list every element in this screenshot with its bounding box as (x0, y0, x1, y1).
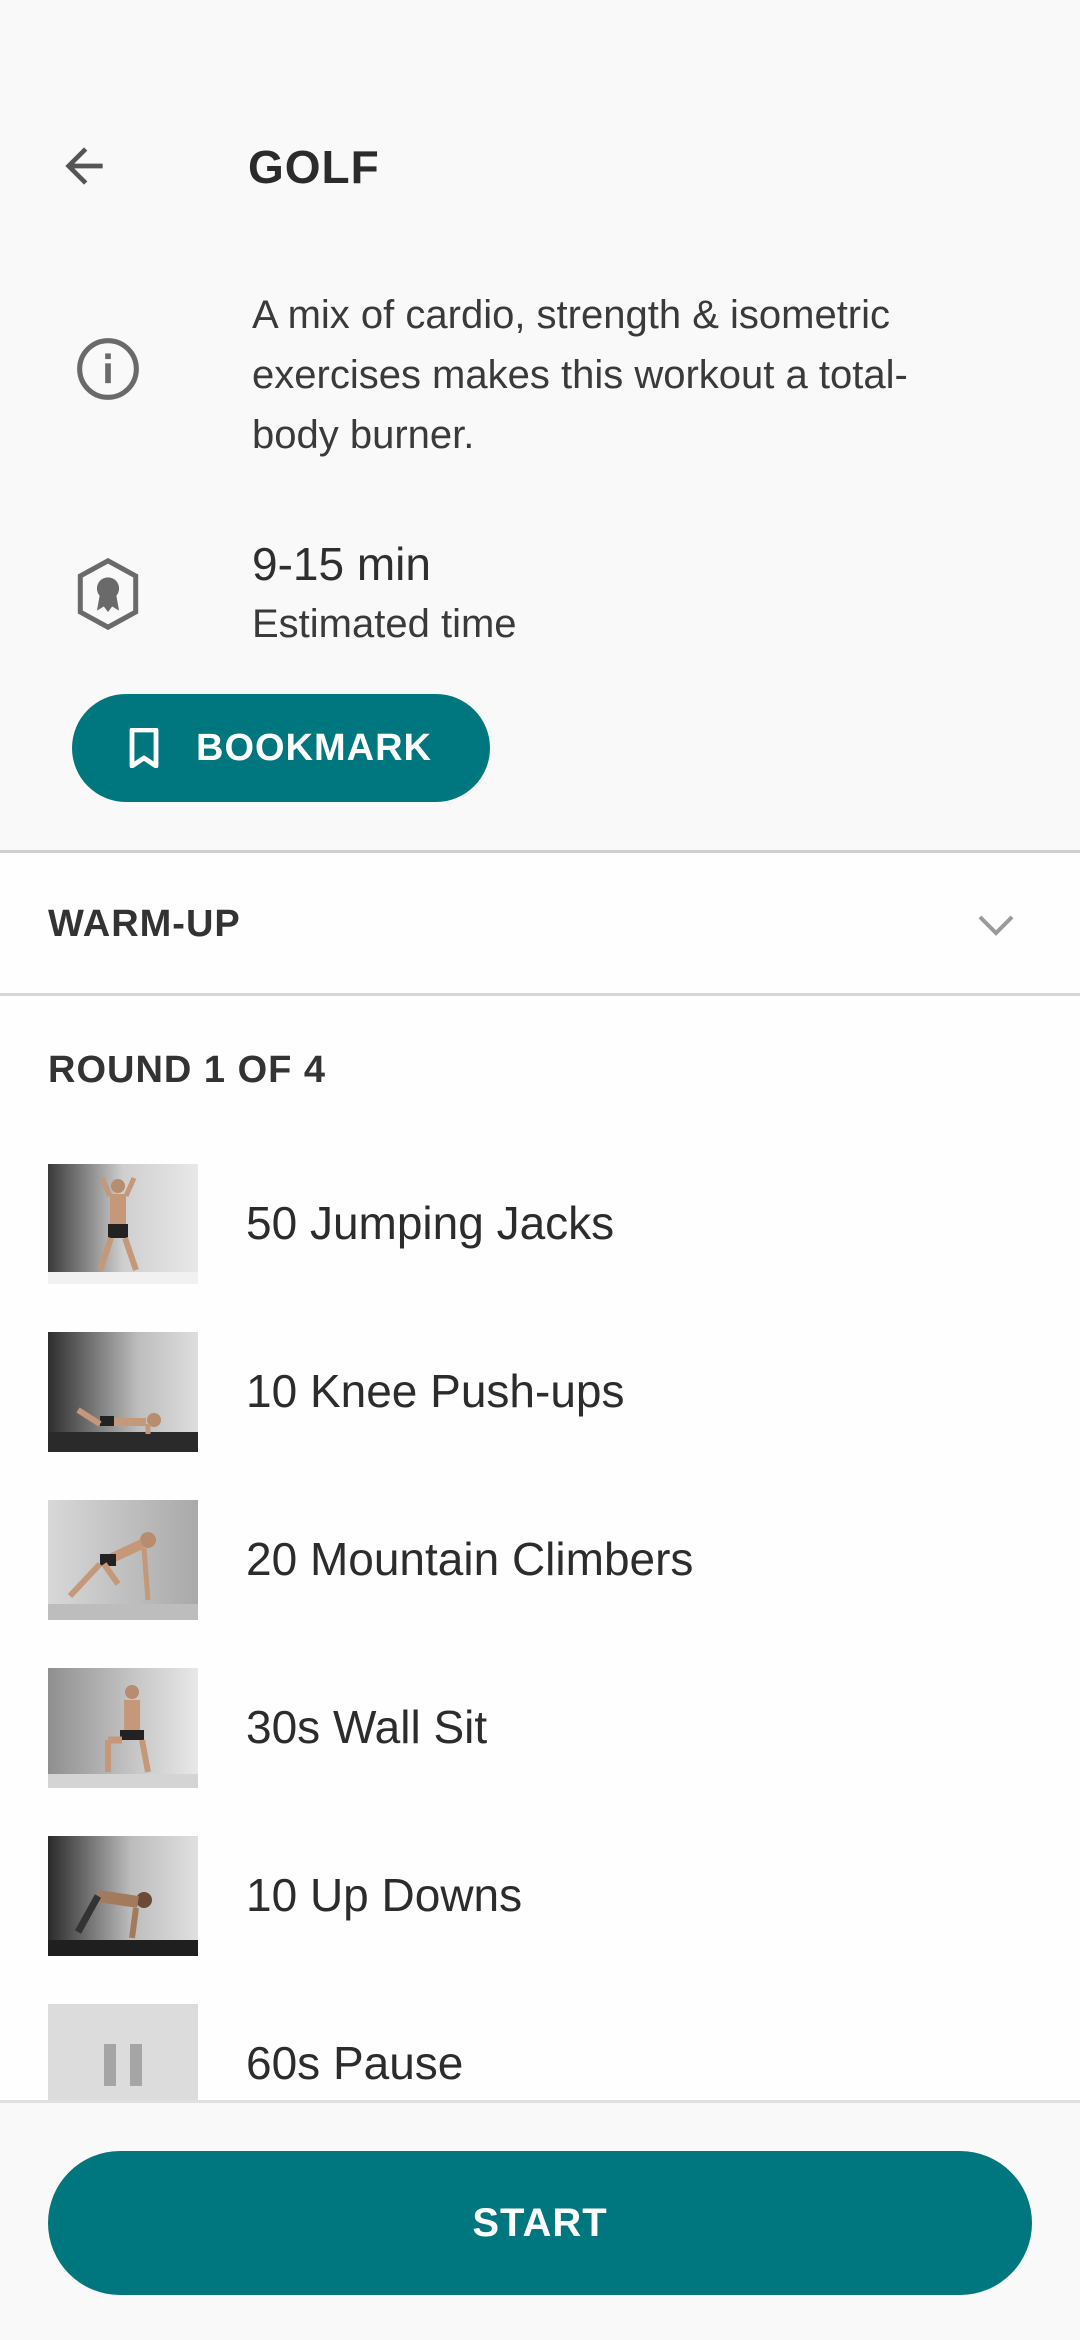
bookmark-label: BOOKMARK (196, 726, 432, 769)
back-button[interactable] (48, 130, 120, 202)
exercise-row[interactable]: 20 Mountain Climbers (0, 1500, 1080, 1620)
exercise-name: 30s Wall Sit (246, 1701, 488, 1753)
bottom-action-bar: START (0, 2100, 1080, 2340)
exercise-thumbnail (48, 1836, 198, 1956)
exercise-row[interactable]: 10 Up Downs (0, 1836, 1080, 1956)
arrow-left-icon (65, 147, 103, 185)
pause-icon (104, 2044, 142, 2086)
exercise-name: 20 Mountain Climbers (246, 1533, 694, 1585)
chevron-down-icon (978, 915, 1014, 936)
exercise-name: 10 Up Downs (246, 1869, 523, 1921)
exercise-row[interactable]: 10 Knee Push-ups (0, 1332, 1080, 1452)
info-icon (77, 338, 139, 400)
exercise-name: 10 Knee Push-ups (246, 1365, 625, 1417)
exercise-thumbnail (48, 1332, 198, 1452)
page-title: GOLF (248, 141, 380, 193)
workout-detail-screen: GOLF A mix of cardio, strength & isometr… (0, 0, 1080, 2340)
exercise-list: WARM-UP ROUND 1 OF 4 50 Jumping Jacks 10… (0, 850, 1080, 2100)
start-button[interactable]: START (48, 2151, 1032, 2295)
exercise-name: 50 Jumping Jacks (246, 1197, 615, 1249)
warmup-section-toggle[interactable]: WARM-UP (0, 853, 1080, 996)
estimated-time-label: Estimated time (252, 602, 517, 646)
exercise-thumbnail (48, 1500, 198, 1620)
bookmark-icon (129, 728, 159, 768)
workout-description: A mix of cardio, strength & isometric ex… (252, 293, 908, 457)
round-label: ROUND 1 OF 4 (48, 1049, 327, 1091)
workout-header-section: GOLF A mix of cardio, strength & isometr… (0, 0, 1080, 850)
medal-icon (77, 558, 139, 630)
exercise-row[interactable]: 60s Pause (0, 2004, 1080, 2100)
exercise-thumbnail (48, 1164, 198, 1284)
exercise-row[interactable]: 50 Jumping Jacks (0, 1164, 1080, 1284)
exercise-thumbnail (48, 1668, 198, 1788)
exercise-thumbnail (48, 2004, 198, 2100)
warmup-label: WARM-UP (48, 903, 241, 945)
estimated-time-value: 9-15 min (252, 538, 431, 590)
exercise-row[interactable]: 30s Wall Sit (0, 1668, 1080, 1788)
bookmark-button[interactable]: BOOKMARK (72, 694, 490, 802)
exercise-name: 60s Pause (246, 2037, 464, 2089)
